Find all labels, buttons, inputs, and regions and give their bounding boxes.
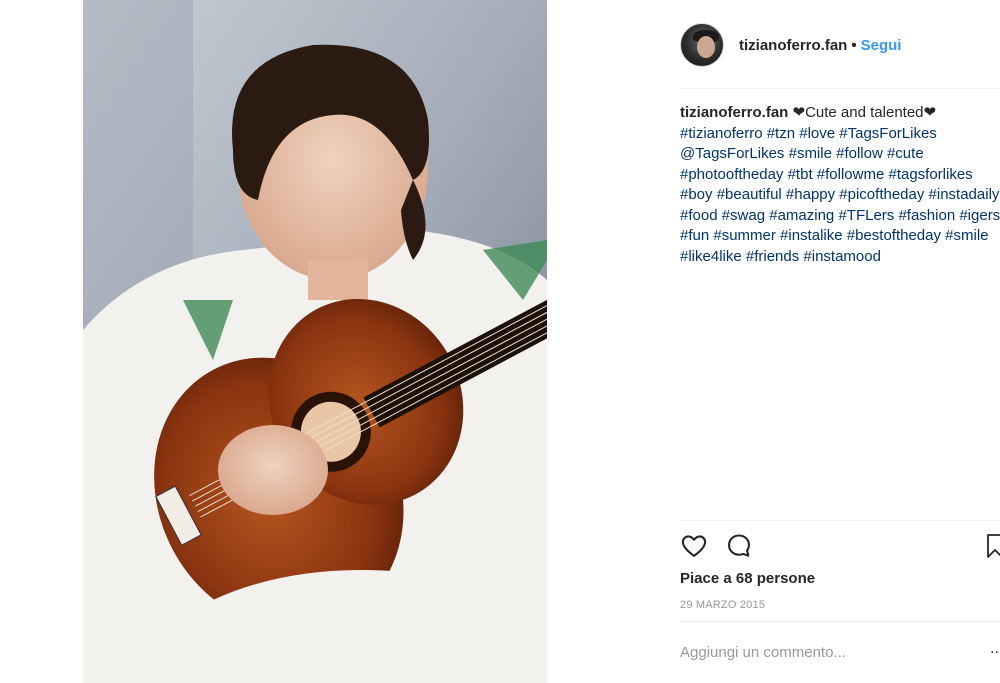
photo-illustration	[83, 0, 547, 683]
follow-button[interactable]: Segui	[861, 37, 902, 54]
likes-count[interactable]: Piace a 68 persone	[680, 570, 815, 587]
post-caption: tizianoferro.fan ❤Cute and talented❤ #ti…	[680, 103, 1000, 267]
more-options-button[interactable]: ...	[990, 640, 1000, 658]
heart-outline-icon[interactable]	[680, 532, 708, 565]
caption-username[interactable]: tizianoferro.fan	[680, 104, 788, 121]
username-link[interactable]: tizianoferro.fan	[739, 37, 847, 54]
caption-hashtags[interactable]: #tizianoferro #tzn #love #TagsForLikes @…	[680, 125, 1000, 265]
caption-text: ❤Cute and talented❤	[792, 104, 937, 121]
avatar[interactable]	[680, 23, 724, 67]
comment-bubble-icon[interactable]	[725, 532, 753, 565]
bookmark-icon[interactable]	[985, 532, 1000, 565]
comment-divider	[680, 621, 1000, 622]
header-divider	[680, 88, 1000, 89]
actions-divider	[680, 520, 1000, 521]
post-photo[interactable]	[83, 0, 547, 683]
post-header: tizianoferro.fan • Segui	[680, 22, 1000, 68]
avatar-face	[697, 36, 715, 58]
post-side-panel: tizianoferro.fan • Segui tizianoferro.fa…	[680, 0, 1000, 683]
separator-dot: •	[851, 36, 857, 54]
action-bar	[680, 532, 1000, 562]
post-date: 29 MARZO 2015	[680, 599, 766, 611]
comment-input[interactable]: Aggiungi un commento...	[680, 644, 846, 661]
